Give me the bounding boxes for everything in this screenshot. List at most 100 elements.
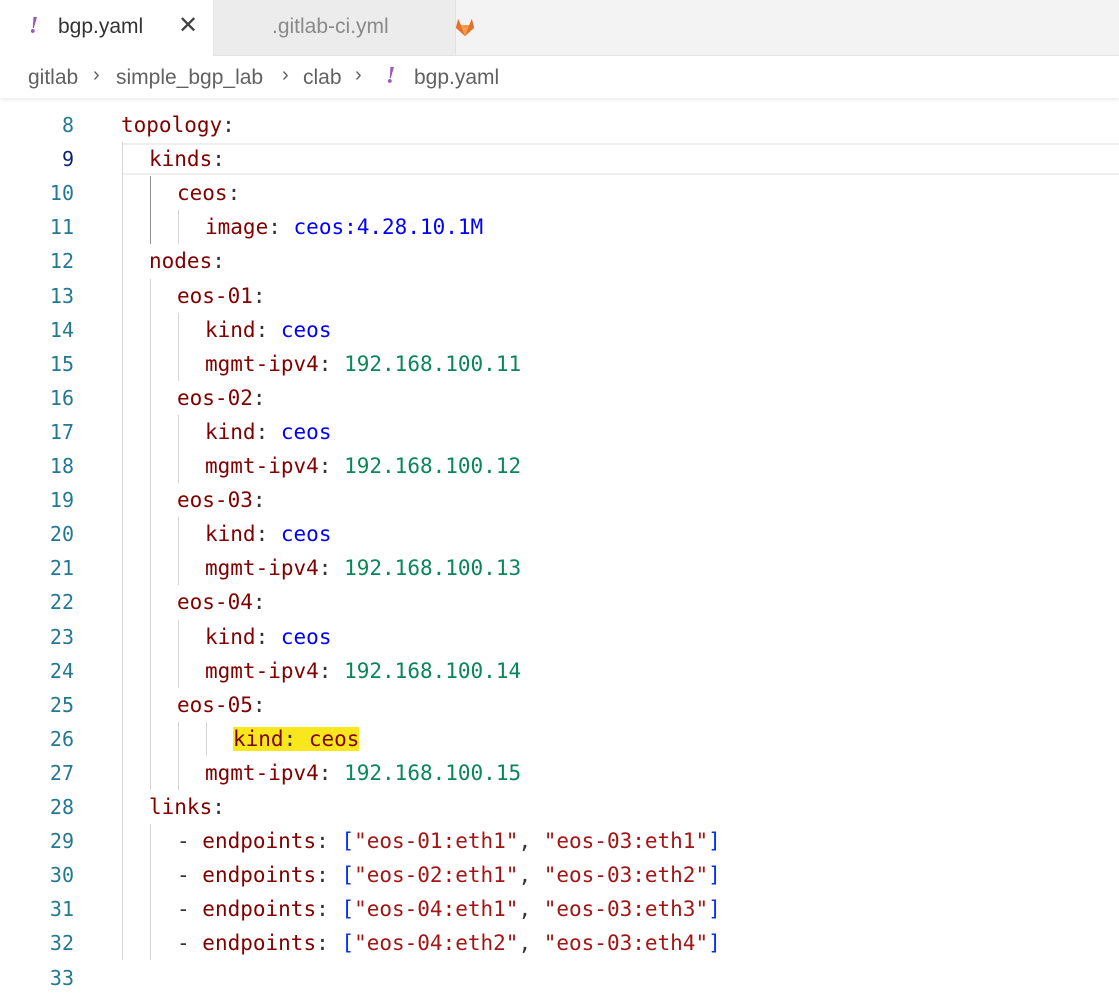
yaml-value: 192.168.100.14 <box>344 658 522 683</box>
line-number: 17 <box>49 419 74 444</box>
close-icon[interactable]: ✕ <box>178 11 198 40</box>
code-line[interactable]: 29 - endpoints: ["eos-01:eth1", "eos-03:e… <box>0 824 1119 858</box>
line-number: 11 <box>49 215 74 240</box>
code-text: eos-02: <box>177 381 266 415</box>
code-text: mgmt-ipv4: 192.168.100.11 <box>205 347 521 381</box>
line-number: 27 <box>49 760 74 785</box>
code-line[interactable]: 17 kind: ceos <box>0 415 1119 449</box>
yaml-colon: : <box>318 658 332 683</box>
code-line[interactable]: 13 eos-01: <box>0 279 1119 313</box>
code-text: links: <box>149 790 225 824</box>
list-dash: - <box>177 829 203 854</box>
chevron-right-icon: › <box>282 64 289 86</box>
line-number: 12 <box>49 249 74 274</box>
code-text: kinds: <box>149 142 225 176</box>
yaml-colon: : <box>318 556 332 581</box>
yaml-colon: : <box>252 590 266 615</box>
line-number: 14 <box>49 317 74 342</box>
code-line[interactable]: 25 eos-05: <box>0 688 1119 722</box>
code-line[interactable]: 30 - endpoints: ["eos-02:eth1", "eos-03:e… <box>0 858 1119 892</box>
code-text: - endpoints: ["eos-02:eth1", "eos-03:eth… <box>177 858 721 892</box>
line-number: 31 <box>49 897 74 922</box>
code-line[interactable]: 10 ceos: <box>0 176 1119 210</box>
code-text: kind: ceos <box>205 620 331 654</box>
tab-gitlab-ci-yml[interactable]: .gitlab-ci.yml <box>214 0 475 55</box>
yaml-icon: ! <box>29 13 39 39</box>
code-line[interactable]: 22 eos-04: <box>0 585 1119 619</box>
code-text: kind: ceos <box>205 313 331 347</box>
code-line[interactable]: 23 kind: ceos <box>0 620 1119 654</box>
code-line[interactable]: 18 mgmt-ipv4: 192.168.100.12 <box>0 449 1119 483</box>
code-line[interactable]: 8 topology: <box>0 108 1119 142</box>
breadcrumb-item-simple-bgp-lab[interactable]: simple_bgp_lab <box>116 66 263 90</box>
yaml-colon: : <box>212 147 225 172</box>
yaml-key: eos-03 <box>177 488 253 513</box>
code-line[interactable]: 27 mgmt-ipv4: 192.168.100.15 <box>0 756 1119 790</box>
line-number: 8 <box>61 113 74 137</box>
breadcrumb-item-clab[interactable]: clab <box>303 66 342 90</box>
code-line[interactable]: 14 kind: ceos <box>0 313 1119 347</box>
code-text: kind: ceos <box>205 415 331 449</box>
yaml-value: 192.168.100.15 <box>344 760 522 785</box>
yaml-colon: : <box>255 419 269 444</box>
list-dash: - <box>177 863 203 888</box>
bracket-close: ] <box>708 863 721 888</box>
code-line[interactable]: 9 kinds: <box>0 142 1119 176</box>
code-line[interactable]: 31 - endpoints: ["eos-04:eth1", "eos-03:e… <box>0 892 1119 926</box>
yaml-key: eos-01 <box>177 283 253 308</box>
yaml-key: ceos <box>177 181 228 206</box>
yaml-key: kind <box>205 522 256 547</box>
code-line[interactable]: 19 eos-03: <box>0 483 1119 517</box>
code-line[interactable]: 16 eos-02: <box>0 381 1119 415</box>
line-number: 21 <box>49 556 74 581</box>
yaml-colon: : <box>316 897 329 922</box>
bracket-open: [ <box>341 931 355 956</box>
line-number: 25 <box>49 692 74 717</box>
line-number: 18 <box>49 454 74 478</box>
code-line[interactable]: 24 mgmt-ipv4: 192.168.100.14 <box>0 654 1119 688</box>
line-number: 19 <box>49 488 74 513</box>
code-line[interactable]: 15 mgmt-ipv4: 192.168.100.11 <box>0 347 1119 381</box>
yaml-colon: : <box>212 249 225 274</box>
code-text: image: ceos:4.28.10.1M <box>205 210 483 244</box>
code-editor[interactable]: 8 topology: 9 kinds: 10 ceos: 11 image: ceos:4.… <box>0 98 1119 991</box>
breadcrumb-item-bgp-yaml[interactable]: bgp.yaml <box>414 66 499 90</box>
code-text: mgmt-ipv4: 192.168.100.14 <box>205 654 521 688</box>
tab-bgp-yaml[interactable]: ! bgp.yaml ✕ <box>0 0 214 56</box>
search-match-highlight: kind: ceos <box>233 726 360 751</box>
line-number: 30 <box>49 863 74 888</box>
yaml-key: nodes <box>149 249 213 274</box>
line-number: 10 <box>49 181 74 206</box>
editor-tab-bar: ! bgp.yaml ✕ .gitlab-ci.yml <box>0 0 1119 56</box>
yaml-colon: : <box>252 488 266 513</box>
bracket-close: ] <box>708 897 721 922</box>
code-line[interactable]: 32 - endpoints: ["eos-04:eth2", "eos-03:e… <box>0 926 1119 960</box>
yaml-key: eos-05 <box>177 692 253 717</box>
yaml-key: mgmt-ipv4 <box>205 556 319 581</box>
yaml-key: image <box>205 215 269 240</box>
yaml-value: ceos <box>280 624 332 649</box>
bracket-open: [ <box>341 897 355 922</box>
line-number: 20 <box>49 522 74 547</box>
yaml-value: ceos <box>308 726 360 751</box>
code-line[interactable]: 20 kind: ceos <box>0 517 1119 551</box>
yaml-key: mgmt-ipv4 <box>205 658 319 683</box>
yaml-colon: : <box>318 351 332 376</box>
code-line[interactable]: 12 nodes: <box>0 244 1119 278</box>
yaml-quoted-string: "eos-03:eth4" <box>543 931 709 956</box>
code-line[interactable]: 28 links: <box>0 790 1119 824</box>
code-line[interactable]: 26 kind: ceos <box>0 722 1119 756</box>
code-line[interactable]: 11 image: ceos:4.28.10.1M <box>0 210 1119 244</box>
breadcrumb-item-gitlab[interactable]: gitlab <box>28 66 78 90</box>
bracket-close: ] <box>708 931 721 956</box>
yaml-quoted-string: "eos-03:eth2" <box>543 863 709 888</box>
code-line[interactable]: 33 <box>0 961 1119 995</box>
line-number: 28 <box>49 795 74 819</box>
code-line[interactable]: 21 mgmt-ipv4: 192.168.100.13 <box>0 551 1119 585</box>
